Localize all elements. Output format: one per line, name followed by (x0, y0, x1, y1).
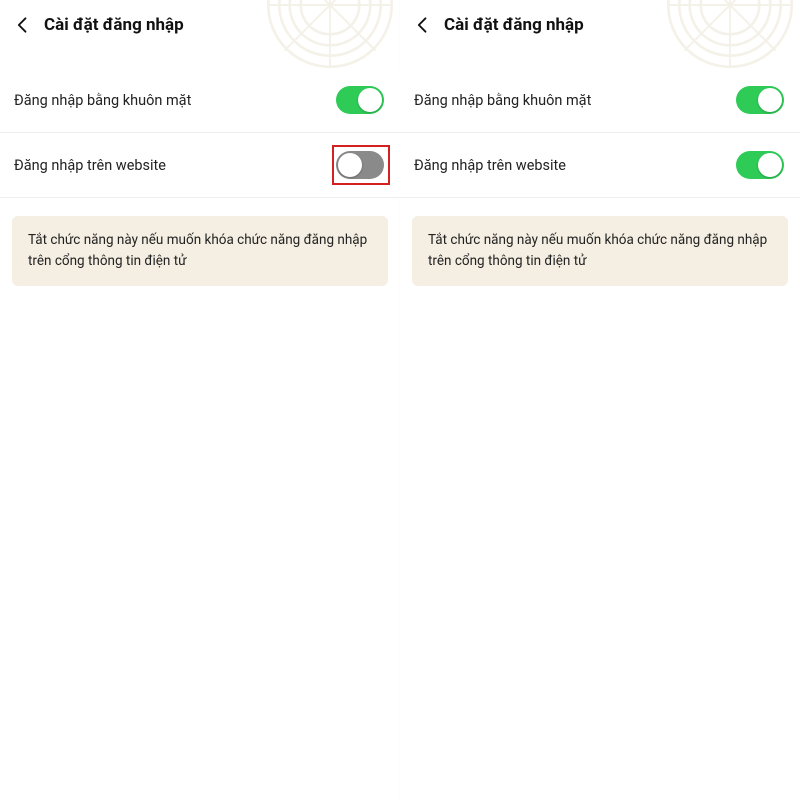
setting-row-face-login: Đăng nhập bằng khuôn mặt (400, 68, 800, 133)
page-title: Cài đặt đăng nhập (444, 15, 584, 35)
setting-row-website-login: Đăng nhập trên website (400, 133, 800, 198)
info-banner: Tắt chức năng này nếu muốn khóa chức năn… (12, 216, 388, 286)
toggle-face-login[interactable] (736, 86, 784, 114)
info-text: Tắt chức năng này nếu muốn khóa chức năn… (428, 232, 767, 269)
right-panel: Cài đặt đăng nhập Đăng nhập bằng khuôn m… (400, 0, 800, 800)
setting-row-website-login: Đăng nhập trên website (0, 133, 400, 198)
setting-row-face-login: Đăng nhập bằng khuôn mặt (0, 68, 400, 133)
header: Cài đặt đăng nhập (0, 0, 400, 46)
setting-label: Đăng nhập trên website (414, 157, 566, 174)
info-text: Tắt chức năng này nếu muốn khóa chức năn… (28, 232, 367, 269)
header: Cài đặt đăng nhập (400, 0, 800, 46)
info-banner: Tắt chức năng này nếu muốn khóa chức năn… (412, 216, 788, 286)
toggle-website-login[interactable] (336, 151, 384, 179)
setting-label: Đăng nhập bằng khuôn mặt (414, 92, 591, 109)
page-title: Cài đặt đăng nhập (44, 15, 184, 35)
back-arrow-icon[interactable] (412, 14, 434, 36)
setting-label: Đăng nhập trên website (14, 157, 166, 174)
back-arrow-icon[interactable] (12, 14, 34, 36)
toggle-website-login[interactable] (736, 151, 784, 179)
toggle-face-login[interactable] (336, 86, 384, 114)
left-panel: Cài đặt đăng nhập Đăng nhập bằng khuôn m… (0, 0, 400, 800)
setting-label: Đăng nhập bằng khuôn mặt (14, 92, 191, 109)
